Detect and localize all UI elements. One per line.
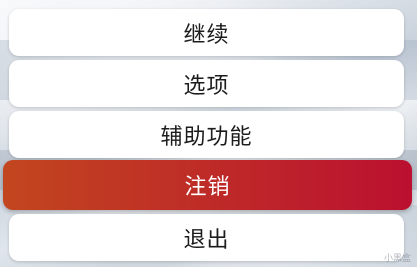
pause-menu: 继续 选项 辅助功能 注销 退出 (0, 0, 417, 267)
accessibility-button[interactable]: 辅助功能 (9, 111, 404, 158)
quit-button[interactable]: 退出 (9, 214, 404, 261)
logout-button[interactable]: 注销 (3, 160, 412, 210)
watermark: 小黑盒 (383, 254, 411, 264)
options-button[interactable]: 选项 (9, 60, 404, 107)
continue-button[interactable]: 继续 (9, 9, 404, 56)
